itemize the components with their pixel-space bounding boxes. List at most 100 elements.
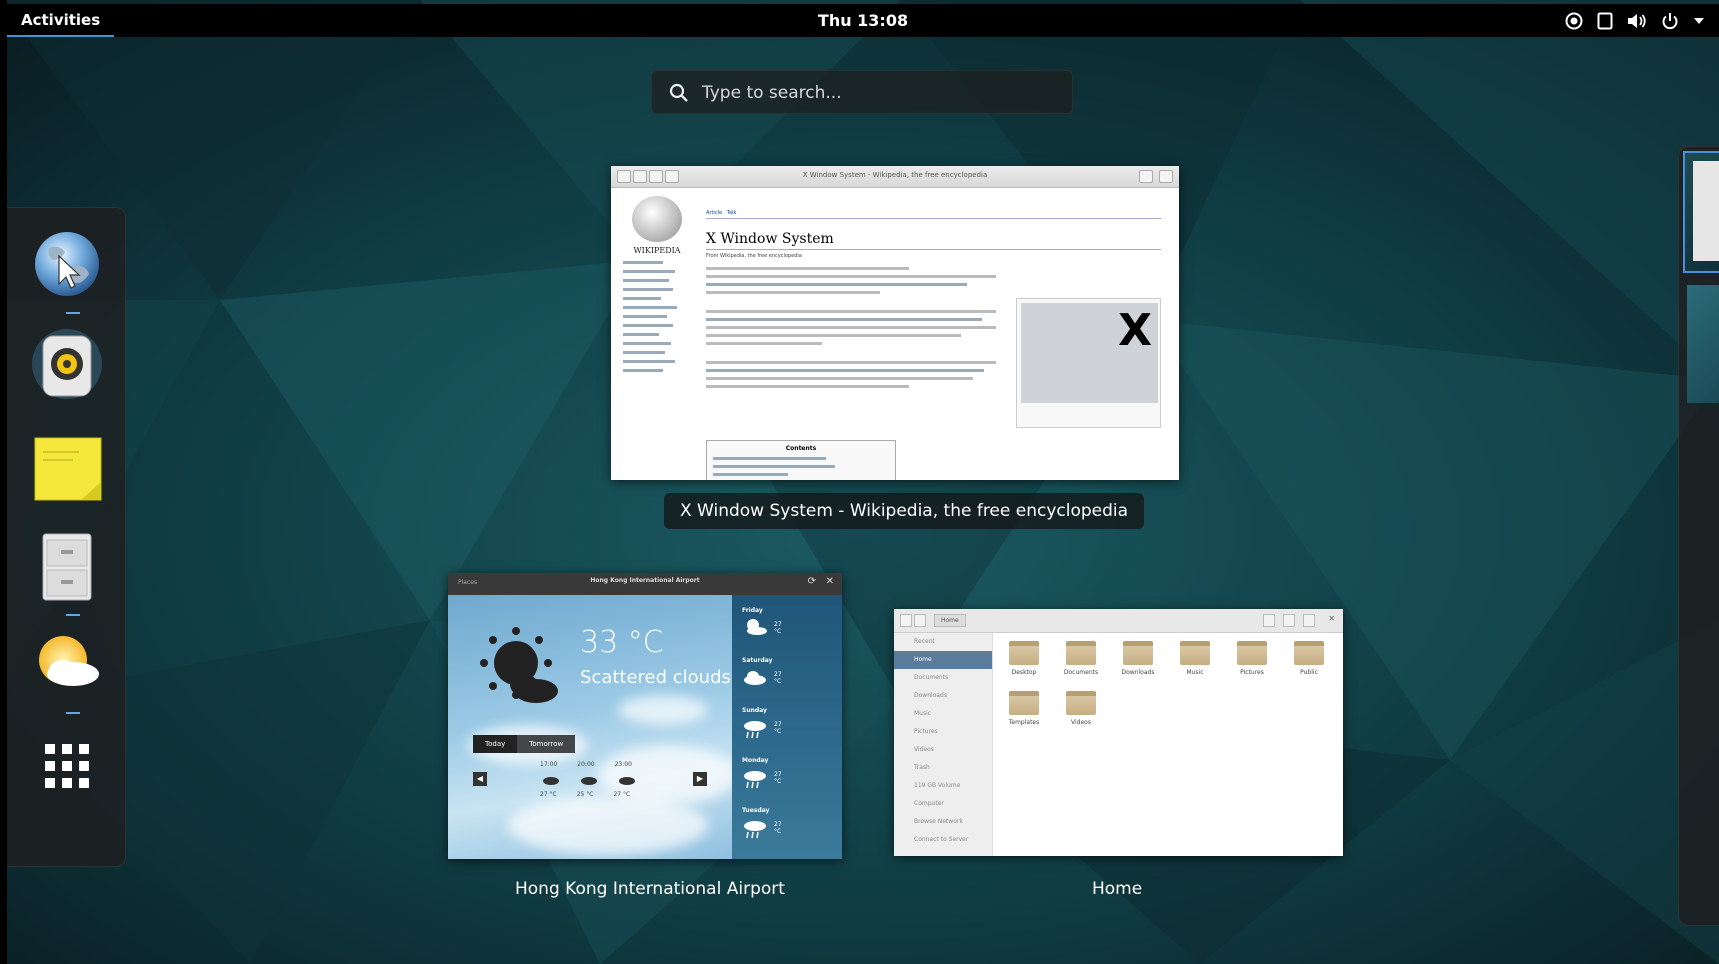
- window-caption-wikipedia[interactable]: X Window System - Wikipedia, the free en…: [664, 493, 1145, 529]
- x-screenshot-image: X: [1021, 303, 1158, 403]
- sidebar-item-pictures[interactable]: Pictures: [894, 723, 992, 741]
- rain-icon: [744, 821, 766, 839]
- menu-icon[interactable]: [1303, 614, 1315, 627]
- toc-heading: Contents: [785, 445, 817, 452]
- refresh-icon[interactable]: ⟳: [808, 576, 816, 587]
- sidebar-item-connect-server[interactable]: Connect to Server: [894, 831, 992, 849]
- sidebar-item-documents[interactable]: Documents: [894, 669, 992, 687]
- volume-icon[interactable]: [1627, 12, 1647, 30]
- window-controls: [1139, 170, 1173, 183]
- prev-arrow-icon[interactable]: ◀: [473, 772, 487, 786]
- desktop-background: [0, 0, 1719, 964]
- next-arrow-icon[interactable]: ▶: [693, 772, 707, 786]
- article-subtitle: From Wikipedia, the free encyclopedia: [706, 253, 802, 259]
- cloud-icon: [543, 777, 559, 785]
- sidebar-item-recent[interactable]: Recent: [894, 633, 992, 651]
- cloud-icon: [744, 671, 766, 685]
- current-condition: Scattered clouds: [580, 667, 731, 688]
- hourly-icons: [542, 775, 636, 785]
- sidebar-item-browse-network[interactable]: Browse Network: [894, 813, 992, 831]
- wiki-content: Article Talk X Window System From Wikipe…: [706, 210, 1161, 480]
- workspace-switcher: [1678, 146, 1719, 926]
- forecast-day: Tuesday 27 °C: [742, 807, 782, 842]
- tab-today[interactable]: Today: [473, 735, 518, 753]
- running-indicator: [66, 614, 80, 616]
- sidebar-item-videos[interactable]: Videos: [894, 741, 992, 759]
- weather-sky: 33 °C Scattered clouds Today Tomorrow ◀ …: [448, 595, 738, 859]
- tab-tomorrow[interactable]: Tomorrow: [517, 735, 576, 753]
- folder-music[interactable]: Music: [1170, 641, 1220, 676]
- forecast-day: Saturday 27 °C: [742, 657, 782, 685]
- rain-icon: [744, 771, 766, 789]
- window-files[interactable]: Home ✕ Recent Home Documents Downloads M…: [894, 609, 1343, 856]
- activities-button[interactable]: Activities: [7, 4, 115, 37]
- running-indicator: [66, 712, 80, 714]
- clock[interactable]: Thu 13:08: [818, 4, 908, 37]
- folder-icon: [1180, 641, 1210, 665]
- hourly-times: 17:00 20:00 23:00: [540, 761, 632, 768]
- forward-button[interactable]: [914, 614, 926, 627]
- power-icon[interactable]: [1661, 12, 1679, 30]
- forecast-day: Monday 27 °C: [742, 757, 782, 792]
- sidebar-item-trash[interactable]: Trash: [894, 759, 992, 777]
- window-caption-weather[interactable]: Hong Kong International Airport: [499, 871, 801, 907]
- folder-public[interactable]: Public: [1284, 641, 1334, 676]
- folder-templates[interactable]: Templates: [999, 691, 1049, 726]
- folder-icon: [1294, 641, 1324, 665]
- window-header: Places Hong Kong International Airport ⟳…: [448, 573, 842, 593]
- notes-icon[interactable]: [29, 430, 105, 506]
- screen-icon[interactable]: [1597, 12, 1613, 30]
- wiki-sidebar: WIKIPEDIA: [623, 196, 691, 378]
- search-input[interactable]: [702, 71, 1062, 115]
- workspace-thumbnail-active[interactable]: [1683, 151, 1719, 273]
- search-icon: [669, 83, 689, 107]
- window-caption-files[interactable]: Home: [1076, 871, 1158, 907]
- folder-documents[interactable]: Documents: [1056, 641, 1106, 676]
- web-browser-icon[interactable]: [29, 226, 105, 302]
- folder-icon: [1237, 641, 1267, 665]
- file-cabinet-icon[interactable]: [29, 528, 105, 604]
- accessibility-icon[interactable]: [1565, 12, 1583, 30]
- close-icon[interactable]: ✕: [826, 576, 834, 587]
- sidebar-item-home[interactable]: Home: [894, 651, 992, 669]
- folder-pictures[interactable]: Pictures: [1227, 641, 1277, 676]
- folder-downloads[interactable]: Downloads: [1113, 641, 1163, 676]
- chevron-down-icon[interactable]: [1693, 17, 1705, 25]
- window-wikipedia[interactable]: X Window System - Wikipedia, the free en…: [611, 166, 1179, 480]
- forecast-panel: Friday 27 °C Saturday 27 °C Sunday 27 °C…: [732, 595, 842, 859]
- path-button-home[interactable]: Home: [934, 614, 966, 627]
- tab-talk[interactable]: Talk: [727, 210, 737, 216]
- folder-videos[interactable]: Videos: [1056, 691, 1106, 726]
- wikipedia-logo-icon: [632, 196, 682, 242]
- show-applications-icon[interactable]: [29, 730, 105, 806]
- view-toggle-icon[interactable]: [1283, 614, 1295, 627]
- rain-icon: [744, 721, 766, 739]
- folder-icon: [1123, 641, 1153, 665]
- sidebar-item-music[interactable]: Music: [894, 705, 992, 723]
- system-tray[interactable]: [1565, 4, 1705, 37]
- cloud-icon: [581, 777, 597, 785]
- back-button[interactable]: [900, 614, 912, 627]
- cloud-icon: [619, 777, 635, 785]
- sidebar-item-downloads[interactable]: Downloads: [894, 687, 992, 705]
- wikipedia-wordmark: WIKIPEDIA: [633, 246, 681, 255]
- hourly-temps: 27 °C 25 °C 27 °C: [540, 791, 631, 798]
- day-toggle[interactable]: Today Tomorrow: [473, 735, 576, 753]
- forecast-day: Friday 27 °C: [742, 607, 782, 635]
- sidebar-item-volume[interactable]: 119 GB Volume: [894, 777, 992, 795]
- table-of-contents: Contents: [706, 440, 896, 480]
- folder-desktop[interactable]: Desktop: [999, 641, 1049, 676]
- running-indicator: [66, 312, 80, 314]
- window-title: Hong Kong International Airport: [590, 577, 700, 584]
- close-icon[interactable]: ✕: [1328, 614, 1335, 623]
- search-icon[interactable]: [1263, 614, 1275, 627]
- workspace-thumbnail[interactable]: [1687, 285, 1719, 403]
- sidebar-item-computer[interactable]: Computer: [894, 795, 992, 813]
- weather-icon[interactable]: [29, 626, 105, 702]
- article-body: [706, 267, 996, 388]
- rhythmbox-icon[interactable]: [29, 326, 105, 402]
- search-box[interactable]: [651, 70, 1073, 115]
- tab-article[interactable]: Article: [706, 210, 722, 216]
- current-temperature: 33 °C: [580, 625, 664, 660]
- window-weather[interactable]: Places Hong Kong International Airport ⟳…: [448, 573, 842, 859]
